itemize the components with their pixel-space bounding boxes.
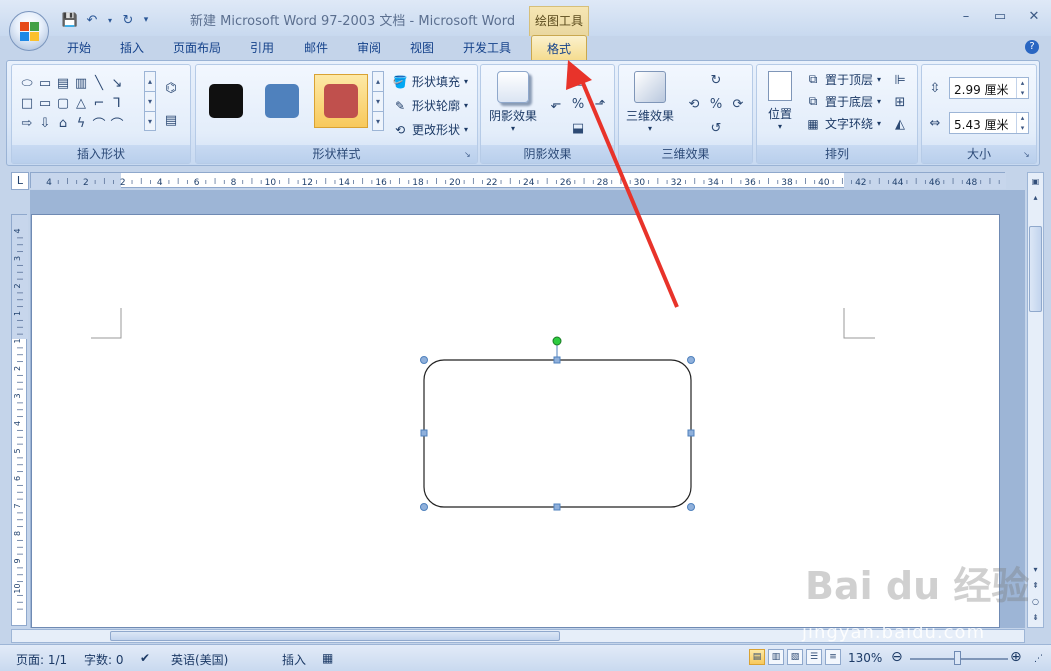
ruler-toggle-icon[interactable]: ▣ <box>1028 175 1043 189</box>
proofing-icon[interactable]: ✔ <box>140 651 150 665</box>
resize-handle-top[interactable] <box>553 356 561 364</box>
language-indicator[interactable]: 英语(美国) <box>171 651 228 668</box>
insert-mode[interactable]: 插入 <box>282 651 306 668</box>
browse-object-icon[interactable]: ○ <box>1028 595 1043 609</box>
next-page-icon[interactable]: ⇟ <box>1028 611 1043 625</box>
resize-grip-icon[interactable]: ⋰ <box>1034 654 1043 664</box>
margin-mark-right <box>843 308 875 339</box>
zoom-out-icon[interactable]: ⊖ <box>891 649 903 665</box>
full-screen-reading-icon[interactable]: ▥ <box>768 649 784 665</box>
outline-view-icon[interactable]: ☰ <box>806 649 822 665</box>
zoom-level[interactable]: 130% <box>848 651 882 665</box>
resize-handle-bottom[interactable] <box>553 503 561 511</box>
rounded-rectangle-shape[interactable] <box>423 359 692 508</box>
draft-view-icon[interactable]: ≡ <box>825 649 841 665</box>
resize-handle-tr[interactable] <box>687 356 695 364</box>
margin-mark-left <box>91 308 122 339</box>
scroll-up-icon[interactable]: ▴ <box>1028 191 1043 205</box>
status-bar: 页面: 1/1 字数: 0 ✔ 英语(美国) 插入 ▦ ▤ ▥ ▧ ☰ ≡ 13… <box>0 644 1051 671</box>
resize-handle-br[interactable] <box>687 503 695 511</box>
resize-handle-bl[interactable] <box>420 503 428 511</box>
web-layout-icon[interactable]: ▧ <box>787 649 803 665</box>
annotation-arrow-head <box>566 60 592 90</box>
horizontal-scroll-thumb[interactable] <box>110 631 560 641</box>
annotation-arrow-shaft <box>578 75 679 308</box>
vertical-scrollbar[interactable]: ▣ ▴ ▾ ⇞ ○ ⇟ <box>1027 172 1044 628</box>
resize-handle-tl[interactable] <box>420 356 428 364</box>
baidu-watermark: Bai du 经验 <box>805 564 1030 608</box>
office-button[interactable] <box>9 11 49 51</box>
macro-record-icon[interactable]: ▦ <box>322 651 333 665</box>
resize-handle-left[interactable] <box>420 429 428 437</box>
prev-page-icon[interactable]: ⇞ <box>1028 579 1043 593</box>
rotate-handle[interactable] <box>552 336 562 346</box>
zoom-in-icon[interactable]: ⊕ <box>1010 649 1022 665</box>
vertical-scroll-thumb[interactable] <box>1029 226 1042 312</box>
scroll-down-icon[interactable]: ▾ <box>1028 563 1043 577</box>
baidu-watermark-url: jingyan.baidu.com <box>802 622 986 643</box>
page-count[interactable]: 页面: 1/1 <box>16 651 67 668</box>
office-logo-icon <box>20 22 40 42</box>
resize-handle-right[interactable] <box>687 429 695 437</box>
zoom-slider-thumb[interactable] <box>954 651 961 665</box>
word-count[interactable]: 字数: 0 <box>84 651 124 668</box>
print-layout-view-icon[interactable]: ▤ <box>749 649 765 665</box>
